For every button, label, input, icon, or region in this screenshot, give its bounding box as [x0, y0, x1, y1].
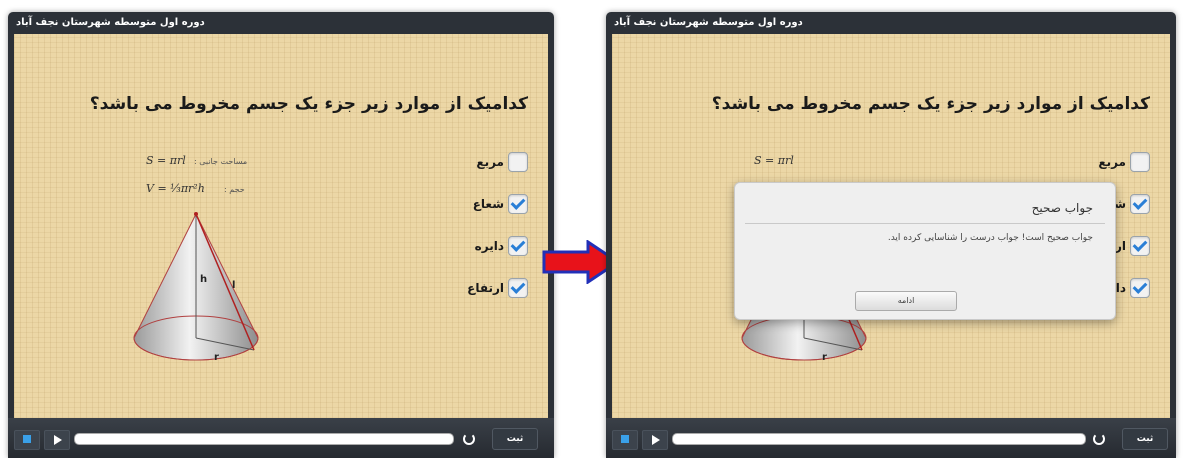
volume-button[interactable]: [612, 430, 638, 450]
continue-button[interactable]: ادامه: [855, 291, 957, 311]
progress-bar[interactable]: [74, 433, 454, 445]
submit-button[interactable]: ثبت: [492, 428, 538, 450]
play-button[interactable]: [44, 430, 70, 450]
volume-icon: [23, 435, 31, 443]
volume-label: حجم :: [224, 185, 245, 194]
option-square[interactable]: مربع: [467, 152, 528, 172]
area-formula: S = πrl: [146, 154, 186, 167]
volume-button[interactable]: [14, 430, 40, 450]
dialog-title: جواب صحیح: [1031, 201, 1093, 215]
window-title: دوره اول متوسطه شهرستان نجف آباد: [16, 17, 205, 28]
checkbox[interactable]: [508, 152, 528, 172]
window-title: دوره اول متوسطه شهرستان نجف آباد: [614, 17, 803, 28]
volume-formula: V = ⅓πr²h: [146, 182, 205, 195]
slide-stage: کدامیک از موارد زیر جزء یک جسم مخروط می …: [14, 34, 548, 418]
feedback-dialog: جواب صحیح جواب صحیح است! جواب درست را شن…: [734, 182, 1116, 320]
player-controls: ثبت: [8, 418, 554, 458]
replay-icon[interactable]: [463, 433, 475, 445]
checkbox[interactable]: [1130, 236, 1150, 256]
replay-icon[interactable]: [1093, 433, 1105, 445]
checkbox[interactable]: [1130, 278, 1150, 298]
option-height[interactable]: ارتفاع: [467, 278, 528, 298]
play-button[interactable]: [642, 430, 668, 450]
player-controls: ثبت: [606, 418, 1176, 458]
checkbox[interactable]: [508, 236, 528, 256]
progress-bar[interactable]: [672, 433, 1086, 445]
option-square[interactable]: مربع: [1089, 152, 1150, 172]
cone-diagram: h l r: [133, 212, 259, 363]
right-player-window: دوره اول متوسطه شهرستان نجف آباد کدامیک …: [606, 12, 1176, 458]
play-icon: [54, 435, 62, 445]
left-player-window: دوره اول متوسطه شهرستان نجف آباد کدامیک …: [8, 12, 554, 458]
checkbox[interactable]: [1130, 152, 1150, 172]
submit-button[interactable]: ثبت: [1122, 428, 1168, 450]
area-formula: S = πrl: [754, 154, 794, 167]
option-circle[interactable]: دایره: [467, 236, 528, 256]
volume-icon: [621, 435, 629, 443]
play-icon: [652, 435, 660, 445]
label-h: h: [200, 274, 207, 285]
dialog-message: جواب صحیح است! جواب درست را شناسایی کرده…: [887, 233, 1093, 243]
checkbox[interactable]: [508, 278, 528, 298]
question-text: کدامیک از موارد زیر جزء یک جسم مخروط می …: [711, 94, 1150, 114]
slide-stage: کدامیک از موارد زیر جزء یک جسم مخروط می …: [612, 34, 1170, 418]
area-label: مساحت جانبی :: [194, 157, 248, 166]
label-r: r: [822, 352, 827, 363]
option-radius[interactable]: شعاع: [467, 194, 528, 214]
options-list: مربع شعاع دایره ارتفاع: [467, 152, 528, 320]
dialog-divider: [745, 223, 1105, 224]
question-text: کدامیک از موارد زیر جزء یک جسم مخروط می …: [89, 94, 528, 114]
label-l: l: [232, 280, 235, 291]
checkbox[interactable]: [1130, 194, 1150, 214]
checkbox[interactable]: [508, 194, 528, 214]
label-r: r: [214, 352, 219, 363]
